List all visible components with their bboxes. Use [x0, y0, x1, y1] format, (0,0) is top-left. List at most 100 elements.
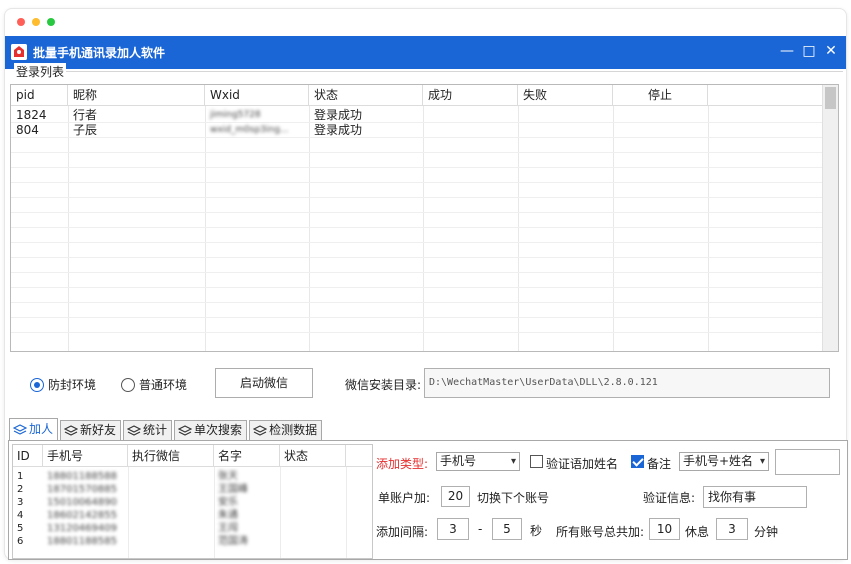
- radio-anti-ban-env[interactable]: 防封环境: [30, 376, 96, 393]
- layers-icon: [178, 424, 193, 436]
- per-account-label: 单账户加:: [378, 491, 431, 505]
- cell-exec-wechat: [128, 483, 214, 496]
- grid-line: [613, 106, 614, 351]
- remark-extra-field[interactable]: [775, 449, 840, 475]
- radio-normal-env[interactable]: 普通环境: [121, 376, 187, 393]
- table-row[interactable]: 5 13120469409 王闯: [13, 522, 346, 535]
- zoom-dot-icon[interactable]: [47, 18, 55, 26]
- minimize-button[interactable]: —: [777, 41, 797, 61]
- close-dot-icon[interactable]: [17, 18, 25, 26]
- cell-status: 登录成功: [314, 108, 363, 122]
- remark-checkbox[interactable]: [631, 455, 644, 468]
- login-list-label: 登录列表: [14, 63, 67, 80]
- cell-id: 4: [17, 510, 24, 521]
- cell-name: 王国峰: [218, 484, 248, 495]
- remark-format-select[interactable]: 手机号+姓名 ▾: [679, 452, 769, 471]
- login-table[interactable]: pid 昵称 Wxid 状态 成功 失败 停止 1824 行者 jiming57…: [10, 84, 839, 352]
- grid-line: [11, 272, 822, 273]
- column-header-exec-wechat[interactable]: 执行微信: [128, 445, 214, 467]
- cell-name: 朱通: [218, 510, 238, 521]
- grid-line: [11, 287, 822, 288]
- window-traffic-lights: [17, 18, 55, 26]
- login-table-header: pid 昵称 Wxid 状态 成功 失败 停止: [11, 85, 838, 106]
- tab-label: 新好友: [80, 423, 117, 437]
- tab-label: 检测数据: [269, 423, 318, 437]
- table-row[interactable]: 3 15010064890 安乐: [13, 496, 346, 509]
- verify-name-checkbox[interactable]: [530, 455, 543, 468]
- grid-line: [11, 317, 822, 318]
- cell-fail: [518, 123, 613, 138]
- table-row[interactable]: 1824 行者 jiming5728 登录成功: [11, 108, 708, 123]
- tab-single-search[interactable]: 单次搜索: [174, 420, 248, 440]
- table-row[interactable]: 6 18801188585 范国涛: [13, 535, 346, 548]
- start-wechat-button[interactable]: 启动微信: [215, 368, 313, 398]
- cell-status: [280, 509, 346, 522]
- grid-line: [205, 106, 206, 351]
- verify-message-field[interactable]: 找你有事: [703, 486, 807, 508]
- column-header-wxid[interactable]: Wxid: [205, 85, 309, 106]
- table-row[interactable]: 2 18701570885 王国峰: [13, 483, 346, 496]
- per-account-field[interactable]: 20: [441, 486, 470, 507]
- cell-nickname: 子辰: [73, 123, 98, 137]
- cell-status: 登录成功: [314, 123, 363, 137]
- table-row[interactable]: 804 子辰 wxid_m0sp3ing... 登录成功: [11, 123, 708, 138]
- maximize-button[interactable]: □: [799, 41, 819, 61]
- interval-label: 添加间隔:: [376, 525, 429, 539]
- column-header-filler: [708, 85, 838, 106]
- install-dir-label: 微信安装目录:: [345, 378, 422, 392]
- total-adds-field[interactable]: 10: [649, 518, 680, 540]
- interval-min-field[interactable]: 3: [437, 518, 469, 540]
- cell-status: [280, 522, 346, 535]
- column-header-success[interactable]: 成功: [423, 85, 518, 106]
- tab-statistics[interactable]: 统计: [123, 420, 173, 440]
- add-type-value: 手机号: [440, 454, 477, 468]
- column-header-pid[interactable]: pid: [11, 85, 68, 106]
- column-header-stop[interactable]: 停止: [613, 85, 708, 106]
- column-header-id[interactable]: ID: [13, 445, 43, 467]
- column-header-phone[interactable]: 手机号: [43, 445, 128, 467]
- vertical-scrollbar[interactable]: [822, 85, 838, 351]
- cell-phone: 18801188585: [47, 536, 117, 547]
- verify-message-label: 验证信息:: [643, 491, 696, 505]
- layers-icon: [127, 424, 142, 436]
- grid-line: [11, 182, 822, 183]
- chevron-down-icon: ▾: [510, 456, 516, 467]
- install-dir-field[interactable]: D:\WechatMaster\UserData\DLL\2.8.0.121: [424, 368, 830, 398]
- grid-line: [11, 227, 822, 228]
- table-row[interactable]: 1 18801188588 张天: [13, 470, 346, 483]
- column-header-status[interactable]: 状态: [280, 445, 346, 467]
- column-header-fail[interactable]: 失败: [518, 85, 613, 106]
- close-button[interactable]: ✕: [821, 41, 841, 61]
- tab-label: 统计: [143, 423, 168, 437]
- tab-check-data[interactable]: 检测数据: [249, 420, 323, 440]
- interval-max-field[interactable]: 5: [492, 518, 522, 540]
- grid-line: [11, 152, 822, 153]
- column-header-nickname[interactable]: 昵称: [68, 85, 205, 106]
- grid-line: [11, 332, 822, 333]
- interval-dash: -: [478, 522, 483, 536]
- scrollbar-thumb[interactable]: [825, 87, 836, 109]
- tab-new-friends[interactable]: 新好友: [60, 420, 122, 440]
- add-type-select[interactable]: 手机号 ▾: [436, 452, 520, 471]
- cell-id: 1: [17, 471, 24, 482]
- cell-pid: 804: [16, 123, 39, 137]
- tab-add-people[interactable]: 加人: [9, 418, 59, 440]
- cell-name: 安乐: [218, 497, 238, 508]
- column-header-name[interactable]: 名字: [214, 445, 280, 467]
- cell-exec-wechat: [128, 522, 214, 535]
- contacts-table[interactable]: ID 手机号 执行微信 名字 状态 1 18801188588 张天 2 187…: [12, 444, 373, 559]
- cell-fail: [518, 108, 613, 123]
- cell-phone: 15010064890: [47, 497, 117, 508]
- table-row[interactable]: 4 18602142855 朱通: [13, 509, 346, 522]
- radio-selected-icon: [30, 377, 44, 392]
- grid-line: [11, 212, 822, 213]
- cell-exec-wechat: [128, 535, 214, 548]
- cell-wxid: jiming5728: [210, 110, 261, 120]
- rest-minutes-field[interactable]: 3: [716, 518, 748, 540]
- minimize-dot-icon[interactable]: [32, 18, 40, 26]
- grid-line: [11, 197, 822, 198]
- app-logo-icon: [11, 44, 27, 60]
- cell-name: 张天: [218, 471, 238, 482]
- grid-line: [11, 302, 822, 303]
- column-header-status[interactable]: 状态: [309, 85, 423, 106]
